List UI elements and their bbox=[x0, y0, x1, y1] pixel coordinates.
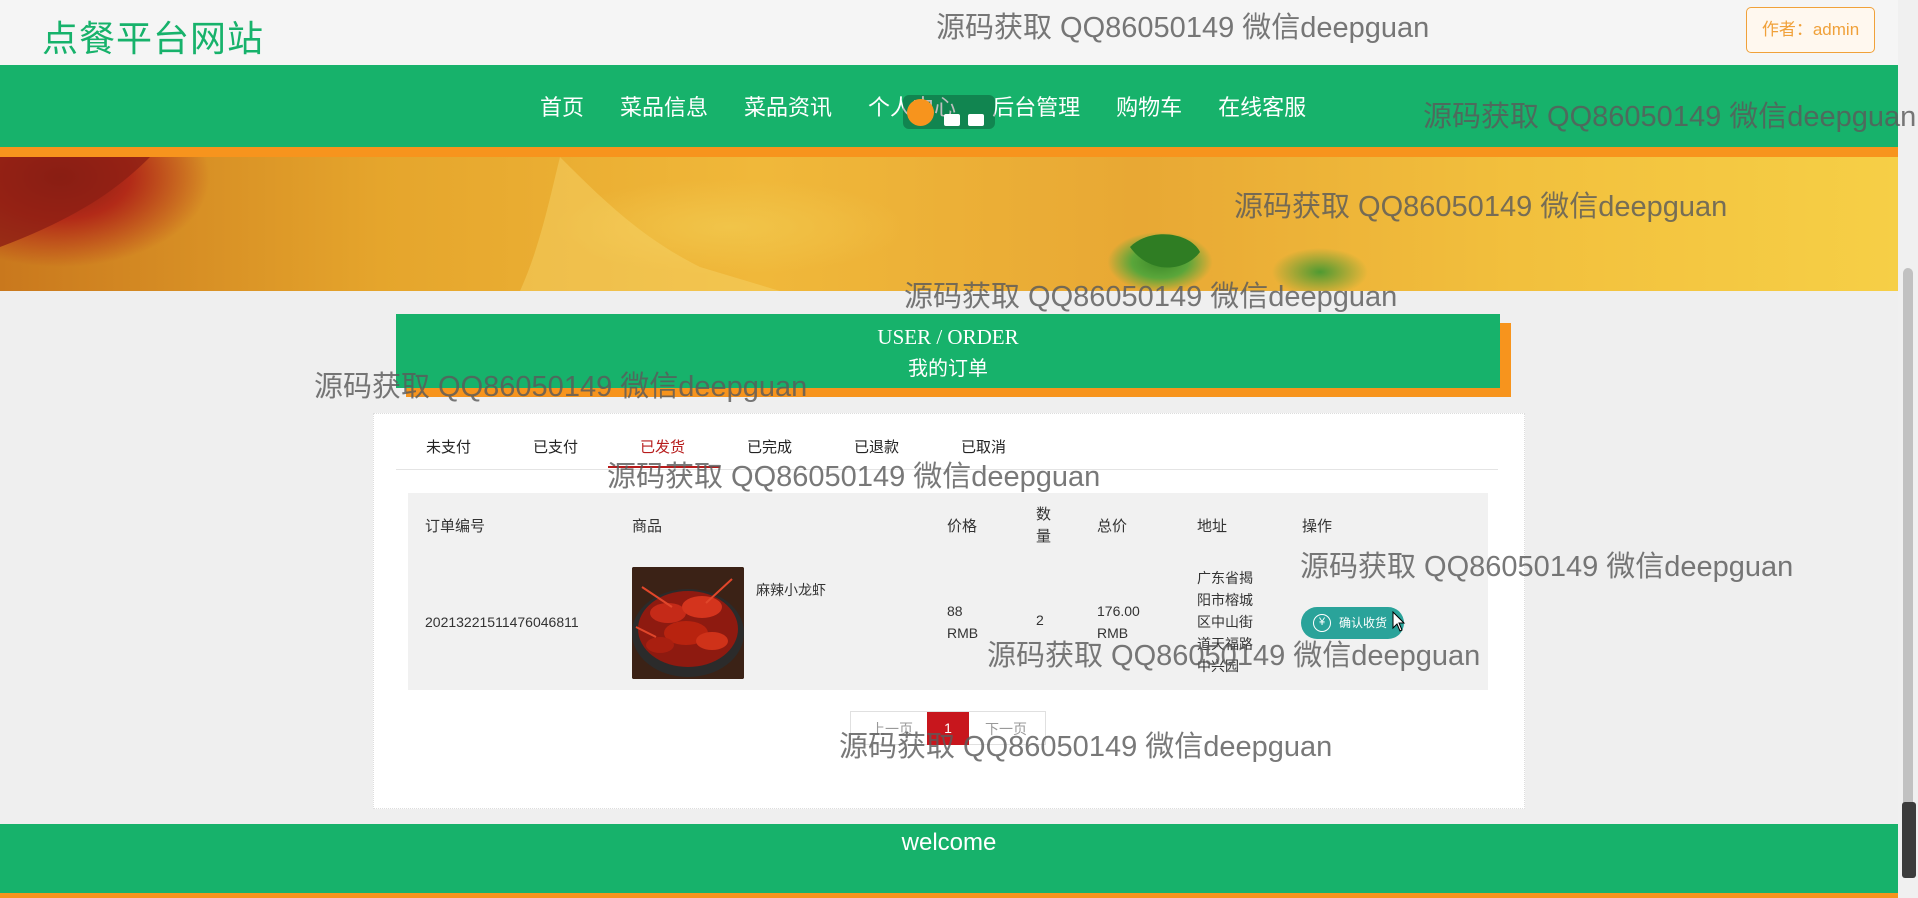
carousel-dot-active[interactable] bbox=[907, 99, 934, 126]
nav-item-cart[interactable]: 购物车 bbox=[1116, 90, 1182, 122]
qty-cell: 2 bbox=[1036, 612, 1044, 628]
tab-cancelled[interactable]: 已取消 bbox=[961, 436, 1006, 457]
footer-welcome: welcome bbox=[901, 829, 997, 856]
nav-item-dishes[interactable]: 菜品信息 bbox=[620, 90, 708, 122]
section-header: USER / ORDER 我的订单 bbox=[396, 314, 1500, 388]
col-header-action: 操作 bbox=[1302, 518, 1333, 535]
scrollbar-widget bbox=[1902, 802, 1916, 878]
carousel-dot[interactable] bbox=[944, 114, 960, 126]
product-name[interactable]: 麻辣小龙虾 bbox=[756, 580, 826, 600]
product-thumbnail[interactable] bbox=[632, 567, 744, 679]
nav-item-home[interactable]: 首页 bbox=[540, 90, 584, 122]
total-cell: 176.00 RMB bbox=[1097, 603, 1140, 641]
current-page-button[interactable]: 1 bbox=[927, 712, 969, 745]
tab-shipped[interactable]: 已发货 bbox=[640, 436, 685, 457]
col-header-order-no: 订单编号 bbox=[425, 518, 486, 535]
top-bar: 点餐平台网站 作者：admin bbox=[0, 0, 1898, 65]
site-title[interactable]: 点餐平台网站 bbox=[42, 10, 264, 62]
confirm-receipt-label: 确认收货 bbox=[1339, 616, 1388, 630]
scrollbar-thumb[interactable] bbox=[1903, 268, 1913, 878]
next-page-button[interactable]: 下一页 bbox=[985, 719, 1027, 739]
author-button[interactable]: 作者：admin bbox=[1746, 7, 1875, 53]
order-number: 20213221511476046811 bbox=[425, 614, 579, 630]
tab-completed[interactable]: 已完成 bbox=[747, 436, 792, 457]
yen-icon: ¥ bbox=[1313, 614, 1331, 632]
prev-page-button[interactable]: 上一页 bbox=[871, 719, 913, 739]
carousel-dot[interactable] bbox=[968, 114, 984, 126]
confirm-receipt-button[interactable]: ¥ 确认收货 bbox=[1301, 607, 1404, 639]
active-tab-indicator bbox=[608, 466, 720, 468]
footer-line bbox=[0, 893, 1898, 898]
tab-paid[interactable]: 已支付 bbox=[533, 436, 578, 457]
section-title-en: USER / ORDER bbox=[877, 325, 1019, 349]
order-status-tabs: 未支付 已支付 已发货 已完成 已退款 已取消 bbox=[396, 432, 1498, 470]
price-cell: 88 RMB bbox=[947, 603, 979, 641]
mouse-cursor-icon bbox=[1392, 611, 1406, 632]
tab-refunded[interactable]: 已退款 bbox=[854, 436, 899, 457]
col-header-qty: 数量 bbox=[1036, 506, 1052, 545]
address-cell: 广东省揭阳市榕城区中山街道天福路中兴园 bbox=[1197, 570, 1253, 674]
section-title-cn: 我的订单 bbox=[908, 358, 988, 380]
col-header-product: 商品 bbox=[632, 518, 663, 535]
col-header-price: 价格 bbox=[947, 518, 978, 535]
footer: welcome bbox=[0, 824, 1898, 898]
banner-food-image bbox=[0, 157, 1200, 291]
col-header-address: 地址 bbox=[1197, 518, 1228, 535]
nav-item-support[interactable]: 在线客服 bbox=[1218, 90, 1306, 122]
nav-underline bbox=[0, 147, 1898, 157]
crayfish-image bbox=[632, 567, 744, 679]
nav-item-admin[interactable]: 后台管理 bbox=[992, 90, 1080, 122]
tab-unpaid[interactable]: 未支付 bbox=[426, 436, 471, 457]
col-header-total: 总价 bbox=[1097, 518, 1128, 535]
hero-banner bbox=[0, 157, 1898, 291]
nav-item-news[interactable]: 菜品资讯 bbox=[744, 90, 832, 122]
